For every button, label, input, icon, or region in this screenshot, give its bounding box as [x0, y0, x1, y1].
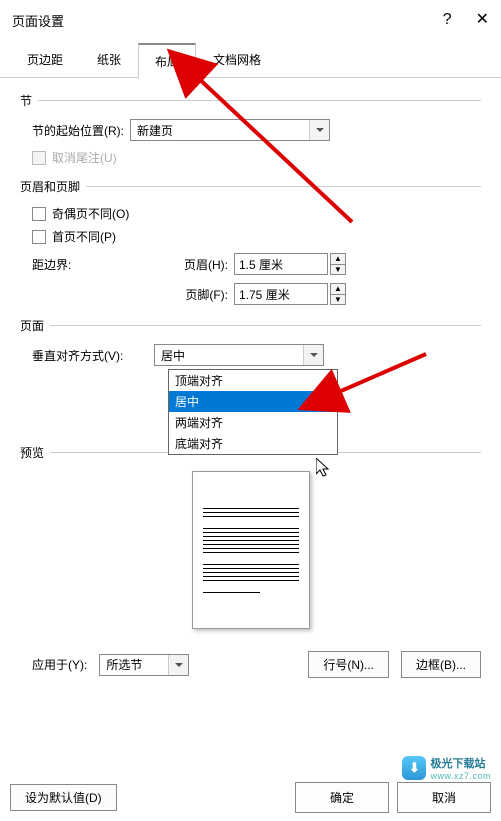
- group-page-title: 页面: [20, 317, 44, 334]
- chevron-down-icon: [168, 655, 188, 675]
- header-distance-input[interactable]: 1.5 厘米: [234, 253, 328, 275]
- dialog-title: 页面设置: [12, 11, 64, 30]
- watermark: ⬇ 极光下载站 www.xz7.com: [402, 755, 491, 781]
- section-start-value: 新建页: [137, 122, 173, 139]
- vertical-align-value: 居中: [161, 347, 185, 364]
- line-numbers-button[interactable]: 行号(N)...: [308, 651, 389, 678]
- chevron-down-icon: [309, 120, 329, 140]
- apply-to-label: 应用于(Y):: [32, 656, 87, 673]
- diff-first-page-label: 首页不同(P): [52, 228, 116, 245]
- footer-distance-spinner[interactable]: ▲▼: [330, 283, 346, 305]
- tab-grid[interactable]: 文档网格: [196, 42, 278, 77]
- vertical-align-dropdown[interactable]: 顶端对齐 居中 两端对齐 底端对齐: [168, 369, 338, 455]
- ok-button[interactable]: 确定: [295, 782, 389, 813]
- watermark-en: www.xz7.com: [430, 771, 491, 781]
- vertical-align-label: 垂直对齐方式(V):: [32, 347, 148, 364]
- valign-option-bottom[interactable]: 底端对齐: [169, 433, 337, 454]
- dialog-buttons: 设为默认值(D) 确定 取消: [10, 782, 491, 813]
- titlebar: 页面设置 ? ✕: [0, 0, 501, 36]
- tab-layout[interactable]: 布局: [138, 43, 196, 78]
- group-preview: 预览: [20, 444, 481, 629]
- diff-odd-even-label: 奇偶页不同(O): [52, 205, 129, 222]
- help-button[interactable]: ?: [443, 12, 452, 28]
- close-button[interactable]: ✕: [476, 12, 489, 28]
- apply-to-value: 所选节: [106, 656, 142, 673]
- tab-margins[interactable]: 页边距: [10, 42, 80, 77]
- section-start-label: 节的起始位置(R):: [32, 122, 124, 139]
- suppress-endnotes-label: 取消尾注(U): [52, 149, 117, 166]
- watermark-cn: 极光下载站: [430, 755, 491, 771]
- cancel-button[interactable]: 取消: [397, 782, 491, 813]
- set-default-button[interactable]: 设为默认值(D): [10, 784, 117, 811]
- group-page: 页面 垂直对齐方式(V): 居中 顶端对齐 居中 两端对齐 底端对齐: [20, 317, 481, 366]
- group-headers-title: 页眉和页脚: [20, 178, 80, 195]
- header-distance-label: 页眉(H):: [162, 256, 228, 273]
- group-section: 节 节的起始位置(R): 新建页 取消尾注(U): [20, 92, 481, 166]
- footer-distance-input[interactable]: 1.75 厘米: [234, 283, 328, 305]
- borders-button[interactable]: 边框(B)...: [401, 651, 481, 678]
- group-preview-title: 预览: [20, 444, 44, 461]
- vertical-align-select[interactable]: 居中: [154, 344, 324, 366]
- header-distance-spinner[interactable]: ▲▼: [330, 253, 346, 275]
- tab-paper[interactable]: 纸张: [80, 42, 138, 77]
- valign-option-justify[interactable]: 两端对齐: [169, 412, 337, 433]
- from-edge-label: 距边界:: [32, 256, 162, 273]
- diff-odd-even-checkbox[interactable]: [32, 207, 46, 221]
- valign-option-center[interactable]: 居中: [169, 391, 337, 412]
- apply-row: 应用于(Y): 所选节 行号(N)... 边框(B)...: [32, 651, 481, 678]
- footer-distance-label: 页脚(F):: [162, 286, 228, 303]
- valign-option-top[interactable]: 顶端对齐: [169, 370, 337, 391]
- tabs: 页边距 纸张 布局 文档网格: [0, 36, 501, 78]
- diff-first-page-checkbox[interactable]: [32, 230, 46, 244]
- suppress-endnotes-checkbox: [32, 151, 46, 165]
- section-start-select[interactable]: 新建页: [130, 119, 330, 141]
- group-section-title: 节: [20, 92, 32, 109]
- page-preview: [192, 471, 310, 629]
- apply-to-select[interactable]: 所选节: [99, 654, 189, 676]
- watermark-logo-icon: ⬇: [402, 756, 426, 780]
- chevron-down-icon: [303, 345, 323, 365]
- group-headers-footers: 页眉和页脚 奇偶页不同(O) 首页不同(P) 距边界: 页眉(H): 1.5 厘…: [20, 178, 481, 305]
